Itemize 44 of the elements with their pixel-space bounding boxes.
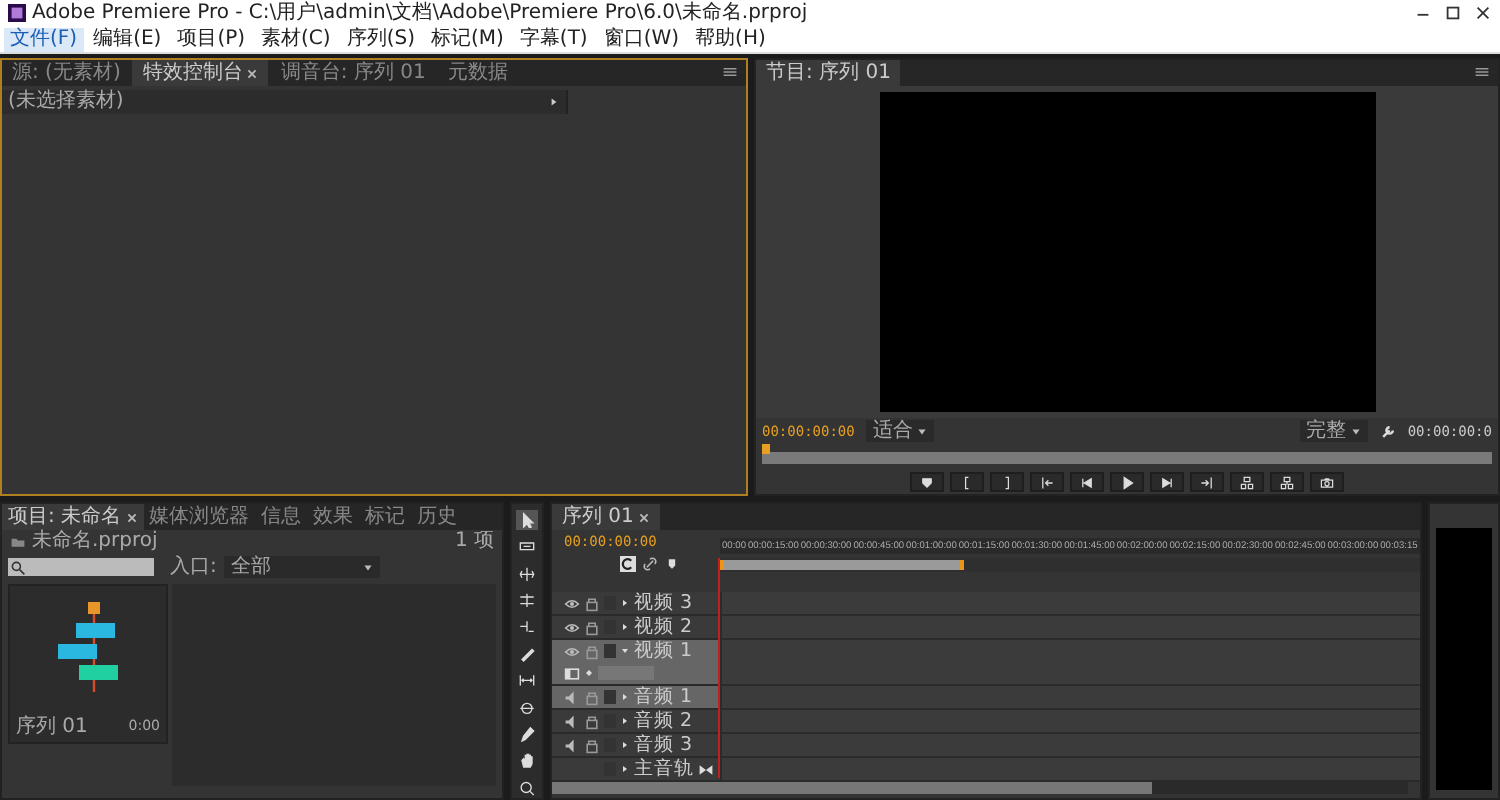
- track-header[interactable]: 音频 3: [552, 734, 720, 756]
- track-header[interactable]: 音频 2: [552, 710, 720, 732]
- panel-tab[interactable]: 元数据: [437, 60, 518, 86]
- menu-item[interactable]: 编辑(E): [87, 27, 168, 51]
- zoom-dropdown[interactable]: 适合: [866, 420, 935, 442]
- menu-item[interactable]: 文件(F): [4, 27, 84, 51]
- track-header[interactable]: 主音轨: [552, 758, 720, 780]
- track-header[interactable]: 视频 3: [552, 592, 720, 614]
- track-header[interactable]: 音频 1: [552, 686, 720, 708]
- panel-tab[interactable]: 项目: 未命名: [2, 504, 144, 530]
- panel-tab[interactable]: 特效控制台: [132, 60, 269, 86]
- in-dropdown[interactable]: 全部: [224, 556, 381, 578]
- track-name: 音频 2: [634, 710, 693, 732]
- track-name: 视频 1: [634, 640, 693, 662]
- sequence-name: 序列 01: [16, 716, 88, 738]
- menu-item[interactable]: 素材(C): [255, 27, 337, 51]
- panel-tab[interactable]: 节目: 序列 01: [756, 60, 901, 86]
- panel-tab[interactable]: 调音台: 序列 01: [270, 60, 436, 86]
- panel-tab[interactable]: 信息: [255, 504, 308, 530]
- clip-label: (未选择素材): [8, 90, 124, 114]
- menu-item[interactable]: 序列(S): [340, 27, 421, 51]
- track-header[interactable]: 视频 2: [552, 616, 720, 638]
- track-name: 音频 1: [634, 686, 693, 708]
- menu-item[interactable]: 字幕(T): [513, 27, 594, 51]
- menu-item[interactable]: 标记(M): [424, 27, 510, 51]
- track-name: 视频 2: [634, 616, 693, 638]
- panel-tab[interactable]: 序列 01: [552, 504, 660, 530]
- window-title: Adobe Premiere Pro - C:\用户\admin\文档\Adobe\Premiere Pro\6.0\未命名.prproj: [32, 1, 808, 25]
- panel-tab[interactable]: 源: (无素材): [2, 60, 131, 86]
- track-header[interactable]: 视频 1: [552, 640, 720, 684]
- track-name: 视频 3: [634, 592, 693, 614]
- menu-item[interactable]: 项目(P): [171, 27, 252, 51]
- quality-dropdown[interactable]: 完整: [1299, 420, 1368, 442]
- panel-tab[interactable]: 标记: [359, 504, 412, 530]
- in-label: 入口:: [170, 555, 217, 579]
- menu-item[interactable]: 帮助(H): [689, 27, 772, 51]
- panel-tab[interactable]: 媒体浏览器: [143, 504, 256, 530]
- menu-item[interactable]: 窗口(W): [597, 27, 686, 51]
- panel-tab[interactable]: 历史: [411, 504, 464, 530]
- panel-tab[interactable]: 效果: [307, 504, 360, 530]
- track-name: 音频 3: [634, 734, 693, 756]
- item-count: 1 项: [454, 530, 494, 554]
- track-name: 主音轨: [634, 758, 694, 780]
- project-file-name: 未命名.prproj: [32, 530, 158, 554]
